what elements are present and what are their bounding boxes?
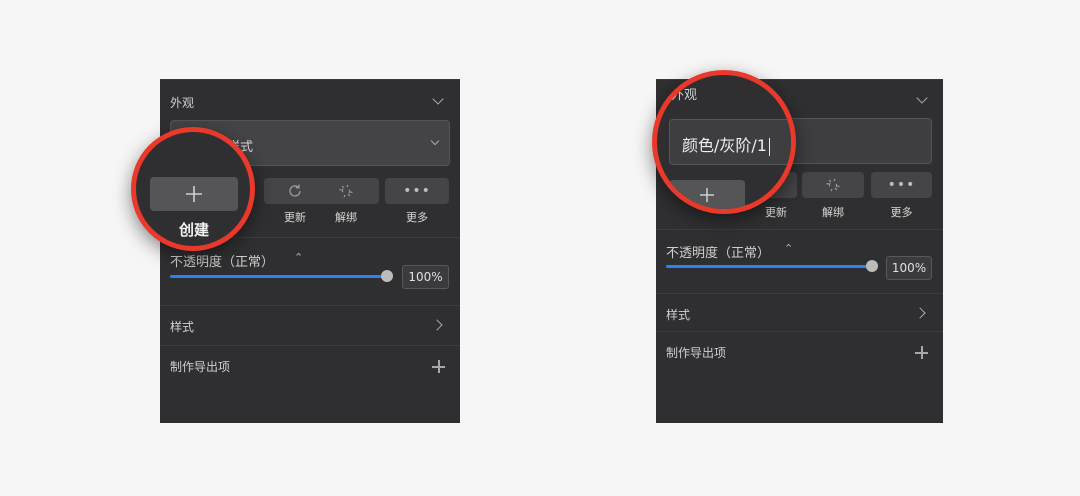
appearance-section-title: 外观 bbox=[170, 96, 195, 110]
opacity-label: 不透明度（正常） bbox=[666, 246, 771, 261]
divider bbox=[656, 293, 943, 294]
more-button[interactable]: ••• bbox=[385, 178, 449, 204]
style-section-title: 样式 bbox=[170, 320, 195, 334]
create-button[interactable] bbox=[150, 177, 238, 211]
unlink-icon bbox=[313, 178, 379, 204]
chevron-down-icon bbox=[430, 136, 440, 146]
more-icon: ••• bbox=[887, 177, 916, 193]
opacity-slider-thumb[interactable] bbox=[381, 270, 393, 282]
unlink-button[interactable] bbox=[313, 178, 379, 204]
highlight-magnifier: 创建 bbox=[131, 127, 255, 251]
chevron-right-icon[interactable] bbox=[431, 319, 443, 331]
opacity-mode-stepper-icon[interactable]: ⌃ bbox=[784, 242, 793, 255]
highlight-magnifier: 外观 颜色/灰阶/1 bbox=[652, 70, 796, 214]
chevron-down-icon[interactable] bbox=[916, 92, 928, 104]
more-label: 更多 bbox=[890, 206, 913, 219]
opacity-slider-track[interactable] bbox=[170, 275, 388, 278]
more-icon: ••• bbox=[403, 183, 431, 199]
unlink-button[interactable] bbox=[802, 172, 864, 198]
divider bbox=[160, 305, 460, 306]
plus-icon bbox=[150, 177, 238, 211]
opacity-label: 不透明度（正常） bbox=[170, 255, 275, 270]
opacity-value-field[interactable]: 100% bbox=[402, 265, 449, 289]
unlink-icon bbox=[802, 172, 864, 198]
opacity-value-field[interactable]: 100% bbox=[886, 256, 932, 280]
plus-icon bbox=[669, 180, 745, 209]
divider bbox=[656, 331, 943, 332]
text-cursor bbox=[768, 137, 771, 156]
export-section-title: 制作导出项 bbox=[170, 360, 231, 374]
export-section-title: 制作导出项 bbox=[666, 346, 727, 360]
create-button[interactable] bbox=[669, 180, 745, 209]
opacity-mode-stepper-icon[interactable]: ⌃ bbox=[294, 251, 303, 264]
opacity-slider-track[interactable] bbox=[666, 265, 874, 268]
appearance-section-title: 外观 bbox=[671, 88, 698, 103]
more-label: 更多 bbox=[406, 211, 428, 224]
more-button[interactable]: ••• bbox=[871, 172, 932, 198]
opacity-slider-thumb[interactable] bbox=[866, 260, 878, 272]
plus-icon[interactable] bbox=[432, 360, 445, 373]
create-label: 创建 bbox=[178, 221, 209, 239]
chevron-down-icon[interactable] bbox=[432, 93, 444, 105]
plus-icon[interactable] bbox=[915, 346, 928, 359]
style-section-title: 样式 bbox=[666, 308, 691, 322]
style-name-input-text: 颜色/灰阶/1 bbox=[682, 132, 771, 156]
unlink-label: 解绑 bbox=[335, 211, 357, 224]
style-name-input[interactable]: 颜色/灰阶/1 bbox=[669, 119, 791, 165]
chevron-right-icon[interactable] bbox=[914, 307, 926, 319]
unlink-label: 解绑 bbox=[822, 206, 844, 219]
divider bbox=[656, 229, 943, 230]
divider bbox=[160, 345, 460, 346]
